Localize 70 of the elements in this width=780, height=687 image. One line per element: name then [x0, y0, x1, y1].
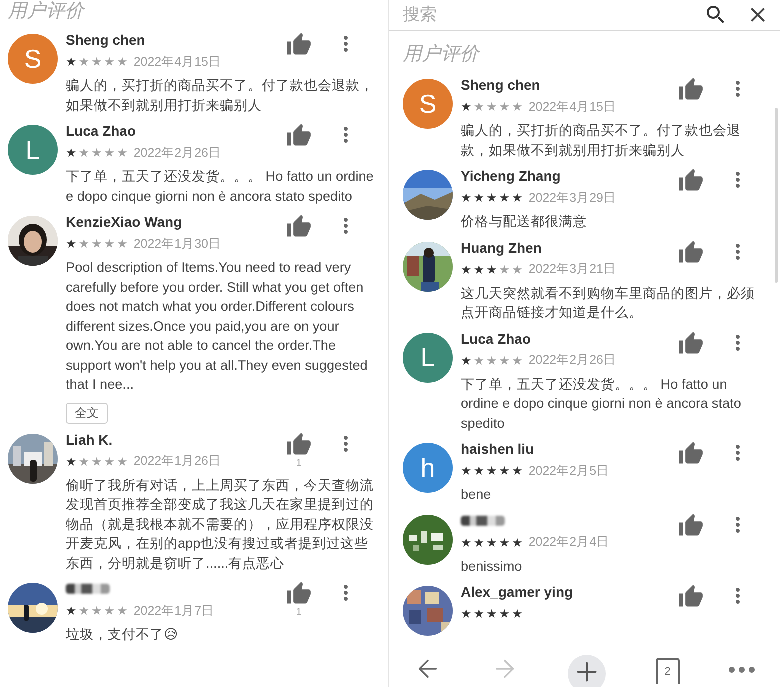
thumbs-up-icon[interactable]: [678, 441, 704, 467]
more-menu-icon[interactable]: [729, 667, 756, 673]
review-text: 下了单，五天了还没发货。。。 Ho fatto un ordine e dopo cinque giorni non è ancora stato spedito: [66, 168, 375, 206]
review-date: 2022年4月15日: [134, 54, 222, 70]
review-text: 这几天突然就看不到购物车里商品的图片，必须点开商品链接才知道是什么。: [461, 284, 756, 322]
review-date: 2022年1月30日: [134, 236, 222, 252]
thumbs-up-icon[interactable]: [286, 123, 312, 149]
review-date: 2022年2月26日: [528, 352, 616, 369]
star-rating: ★ ★ ★ ★ ★: [461, 191, 523, 205]
review-text: 骗人的，买打折的商品买不了。付了款也会退款，如果做不到就别用打折来骗别人: [66, 77, 375, 114]
star-rating: ★ ★ ★ ★ ★: [461, 607, 523, 621]
thumbs-up-icon[interactable]: [678, 77, 704, 103]
author-name: Yicheng Zhang: [461, 167, 562, 186]
star-rating: ★ ★ ★ ★ ★: [461, 354, 523, 368]
star-rating: ★ ★ ★ ★ ★: [66, 146, 128, 160]
author-name: Huang Zhen: [461, 238, 543, 258]
author-name: Luca Zhao: [461, 330, 532, 348]
star-rating: ★ ★ ★ ★ ★: [66, 454, 128, 468]
review-date: 2022年3月21日: [528, 261, 616, 278]
review-date: 2022年4月15日: [528, 98, 616, 116]
full-text-button[interactable]: 全文: [66, 402, 108, 424]
review-date: 2022年1月26日: [134, 453, 222, 470]
section-title: 用户评价: [8, 0, 86, 24]
star-rating: ★ ★ ★ ★ ★: [461, 262, 523, 276]
star-rating: ★ ★ ★ ★ ★: [66, 237, 128, 251]
thumbs-up-icon[interactable]: [286, 432, 312, 458]
review-text: Pool description of Items.You need to read very carefully before you order. Still what you get often does not match what you order.Different colours different sizes.Once you paid,you are on your own.You are not able to cancel the order.The support won't help you at all.They even suggested that I nee...: [66, 259, 369, 394]
review-date: 2022年1月7日: [134, 602, 215, 620]
author-name: KenzieXiao Wang: [66, 213, 184, 232]
author-name: Luca Zhao: [66, 122, 138, 141]
review-text: 骗人的，买打折的商品买不了。付了款也会退款，如果做不到就别用打折来骗别人: [461, 122, 742, 160]
tab-count-button[interactable]: 2: [656, 658, 680, 684]
author-name: haishen liu: [461, 440, 536, 459]
review-date: 2022年3月29日: [528, 190, 616, 206]
review-text: 偷听了我所有对话，上上周买了东西，今天查物流发现首页推荐全部变成了我这几天在家里提到过的物品（就是我根本就不需要的），应用程序权限没开麦克风，在别的app也没有搜过或者提到过这些东西，分明就是窃听了......有点恶心: [66, 476, 375, 572]
like-count: 1: [296, 458, 302, 470]
review-text: 垃圾，支付不了😥: [66, 626, 180, 644]
thumbs-up-icon[interactable]: [678, 584, 704, 610]
review-date: 2022年2月4日: [528, 534, 610, 551]
thumbs-up-icon[interactable]: [678, 330, 704, 356]
author-name: Liah K.: [66, 430, 114, 450]
review-text: 价格与配送都很满意: [461, 213, 588, 231]
thumbs-up-icon[interactable]: [286, 581, 312, 607]
thumbs-up-icon[interactable]: [678, 240, 704, 266]
thumbs-up-icon[interactable]: [678, 512, 704, 538]
like-count: 1: [296, 607, 302, 619]
new-tab-button[interactable]: [568, 655, 606, 687]
review-text: bene: [461, 486, 492, 504]
thumbs-up-icon[interactable]: [286, 32, 312, 58]
author-name: Sheng chen: [66, 31, 146, 50]
star-rating: ★ ★ ★ ★ ★: [461, 100, 523, 114]
review-date: 2022年2月26日: [134, 144, 222, 162]
star-rating: ★ ★ ★ ★ ★: [66, 604, 128, 618]
avatar: h: [403, 443, 453, 493]
star-rating: ★ ★ ★ ★ ★: [461, 464, 523, 478]
review-date: 2022年2月5日: [528, 462, 610, 480]
avatar: S: [8, 34, 58, 84]
thumbs-up-icon[interactable]: [678, 168, 704, 194]
avatar: L: [403, 332, 453, 382]
avatar: L: [8, 125, 58, 175]
section-title: 用户评价: [403, 43, 482, 67]
author-name: Sheng chen: [461, 76, 542, 95]
thumbs-up-icon[interactable]: [286, 214, 312, 240]
star-rating: ★ ★ ★ ★ ★: [461, 536, 523, 550]
author-name: Alex_gamer ying: [461, 583, 574, 602]
star-rating: ★ ★ ★ ★ ★: [66, 55, 128, 69]
search-field[interactable]: 搜索: [403, 5, 686, 25]
review-text: benissimo: [461, 558, 524, 576]
avatar: S: [403, 79, 453, 129]
review-text: 下了单，五天了还没发货。。。 Ho fatto un ordine e dopo cinque giorni non è ancora stato spedito: [461, 376, 742, 433]
